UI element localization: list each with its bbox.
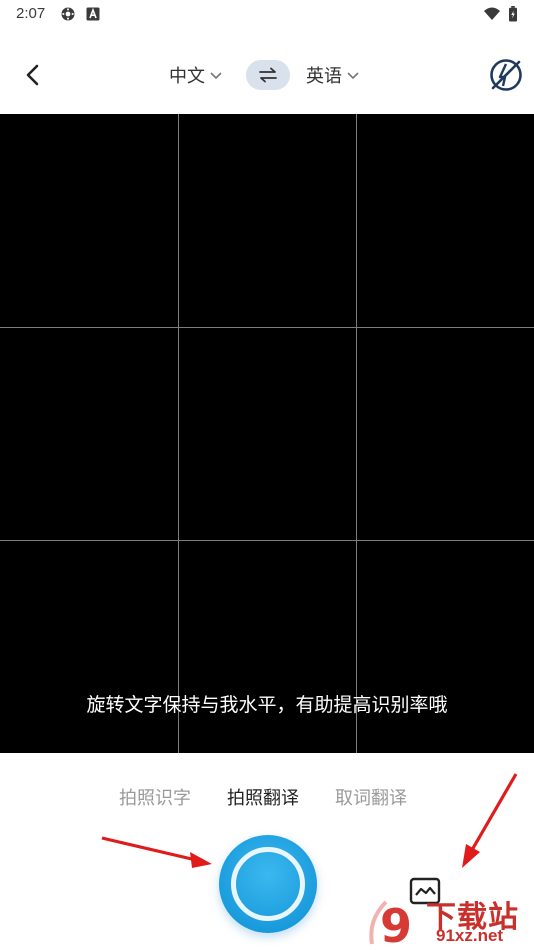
- shutter-button[interactable]: [219, 835, 317, 933]
- grid-line: [356, 114, 357, 753]
- rotation-hint-text: 旋转文字保持与我水平，有助提高识别率哦: [86, 694, 448, 716]
- arrow-left-line: [101, 836, 197, 862]
- grid-line: [0, 540, 534, 541]
- tab-word-translate[interactable]: 取词翻译: [335, 784, 407, 810]
- battery-charging-icon: [509, 6, 517, 22]
- top-bar: 中文 英语: [0, 40, 534, 110]
- chevron-down-icon: [347, 72, 359, 80]
- grid-line: [178, 114, 179, 753]
- watermark-url: 91xz.net: [436, 926, 504, 945]
- target-language-label: 英语: [306, 66, 342, 87]
- grid-line: [0, 327, 534, 328]
- shutter-ring: [231, 847, 305, 921]
- status-bar: 2:07: [0, 0, 534, 28]
- watermark-logo: 9: [369, 899, 412, 950]
- watermark-logo-text: 9: [380, 899, 412, 950]
- source-language-selector[interactable]: 中文: [169, 62, 223, 88]
- status-time: 2:07: [16, 5, 46, 22]
- source-language-label: 中文: [169, 66, 205, 87]
- back-button[interactable]: [18, 60, 48, 90]
- swap-arrows-icon: [259, 67, 277, 83]
- text-a-icon: [86, 7, 100, 21]
- swap-language-button[interactable]: [246, 60, 290, 90]
- tab-photo-recognize[interactable]: 拍照识字: [119, 784, 191, 810]
- tab-photo-translate[interactable]: 拍照翻译: [227, 784, 299, 810]
- target-language-selector[interactable]: 英语: [306, 62, 360, 88]
- mode-tabs: 拍照识字 拍照翻译 取词翻译: [0, 780, 534, 814]
- camera-viewfinder[interactable]: 旋转文字保持与我水平，有助提高识别率哦: [0, 114, 534, 753]
- watermark: 9 下载站 91xz.net: [366, 892, 534, 950]
- arrow-left-head: [190, 852, 212, 868]
- arrow-right-head: [462, 844, 480, 868]
- chevron-down-icon: [210, 72, 222, 80]
- chevron-left-icon: [26, 64, 39, 86]
- wifi-icon: [484, 7, 500, 20]
- flash-off-icon[interactable]: [487, 56, 525, 94]
- settings-gear-icon: [61, 7, 75, 21]
